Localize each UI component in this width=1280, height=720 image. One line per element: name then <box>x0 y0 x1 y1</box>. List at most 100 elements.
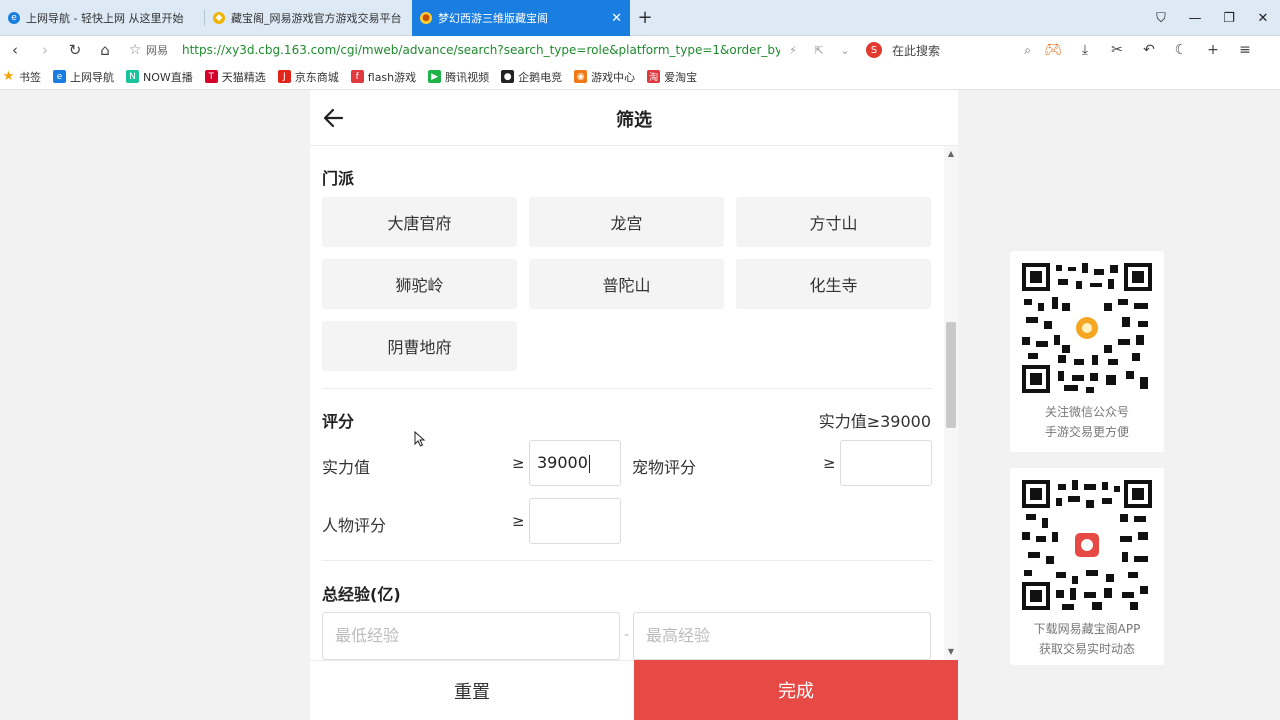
home-icon[interactable]: ⌂ <box>90 41 120 59</box>
scroll-thumb[interactable] <box>946 322 956 428</box>
restore-icon[interactable]: ❐ <box>1212 11 1246 26</box>
url-field[interactable]: https://xy3d.cbg.163.com/cgi/mweb/advanc… <box>182 43 780 57</box>
tmall-icon: T <box>204 70 218 83</box>
bookmark-item[interactable]: ● 企鹅电竞 <box>501 69 562 85</box>
bookmarks-bar: ★ 书签 e 上网导航 N NOW直播 T 天猫精选 J 京东商城 f flash游戏 ▶ 腾… <box>0 64 1280 90</box>
ge-symbol: ≥ <box>823 454 836 472</box>
address-bar: ‹ › ↻ ⌂ ☆ 网易 https://xy3d.cbg.163.com/cg… <box>0 36 1280 64</box>
bookmark-item[interactable]: N NOW直播 <box>126 69 193 85</box>
pet-score-label: 宠物评分 <box>632 458 697 477</box>
app-caption-1: 下载网易藏宝阁APP <box>1033 622 1141 636</box>
strength-input[interactable]: 39000 <box>529 440 621 486</box>
bookmark-item[interactable]: 淘爱淘宝 <box>647 69 697 85</box>
max-exp-input[interactable]: 最高经验 <box>633 612 931 660</box>
cbg-icon: ◆ <box>213 12 225 24</box>
scroll-down-icon[interactable]: ▼ <box>944 646 958 658</box>
plus-icon[interactable]: + <box>1197 42 1229 58</box>
bookmark-item[interactable]: ◉ 游戏中心 <box>574 69 635 85</box>
sect-option[interactable]: 狮驼岭 <box>322 259 517 309</box>
sect-option[interactable]: 龙宫 <box>529 197 724 247</box>
char-score-label: 人物评分 <box>322 516 387 535</box>
close-window-icon[interactable]: ✕ <box>1246 11 1280 26</box>
tab-nav[interactable]: e 上网导航 - 轻快上网 从这里开始 <box>0 0 205 36</box>
lightning-icon[interactable]: ⚡ <box>780 44 806 57</box>
tab-label: 藏宝阁_网易游戏官方游戏交易平台 <box>231 12 402 25</box>
bookmark-star-icon[interactable]: ☆ <box>124 42 146 58</box>
menu-icon[interactable]: ≡ <box>1229 42 1261 58</box>
refresh-icon[interactable]: ↻ <box>60 41 90 59</box>
wechat-caption-2: 手游交易更方便 <box>1044 425 1129 439</box>
shirt-icon[interactable]: ⛉ <box>1144 11 1178 26</box>
sect-option[interactable]: 普陀山 <box>529 259 724 309</box>
tab-xy3d[interactable]: ● 梦幻西游三维版藏宝阁 ✕ <box>412 0 630 36</box>
sect-title: 门派 <box>322 169 355 188</box>
star-icon: ★ <box>2 69 15 84</box>
penguin-icon: ● <box>501 70 515 83</box>
reset-button[interactable]: 重置 <box>310 660 634 720</box>
ie-icon: e <box>53 70 66 83</box>
sect-option[interactable]: 大唐官府 <box>322 197 517 247</box>
ie-icon: e <box>8 12 20 24</box>
app-caption-2: 获取交易实时动态 <box>1038 642 1135 656</box>
qr-code-icon <box>1022 263 1152 393</box>
bookmark-item[interactable]: f flash游戏 <box>350 69 416 85</box>
jd-icon: J <box>277 70 291 83</box>
video-icon: ▶ <box>428 70 442 83</box>
flash-icon: f <box>350 70 364 83</box>
done-button[interactable]: 完成 <box>634 660 958 720</box>
scrollbar[interactable]: ▲ ▼ <box>944 146 958 660</box>
toolbar: 🎮︎ ⤓ ✂ ↶ ☾ + ≡ <box>1037 42 1261 58</box>
bookmark-item[interactable]: ★ 书签 <box>0 69 41 85</box>
sect-option[interactable]: 阴曹地府 <box>322 321 517 371</box>
cut-icon[interactable]: ✂ <box>1101 42 1133 58</box>
range-dash: - <box>624 627 630 643</box>
now-icon: N <box>126 70 139 83</box>
bookmark-item[interactable]: ▶ 腾讯视频 <box>428 69 489 85</box>
sogou-icon: S <box>866 42 882 58</box>
new-tab-button[interactable]: + <box>630 0 660 35</box>
search-box[interactable]: S 在此搜索 ⌕ <box>866 42 1031 59</box>
gamepad-icon[interactable]: 🎮︎ <box>1037 42 1069 58</box>
mouse-cursor-icon <box>414 431 426 447</box>
share-icon[interactable]: ⇱ <box>806 44 832 57</box>
download-icon[interactable]: ⤓ <box>1069 42 1101 58</box>
search-input[interactable]: 在此搜索 <box>892 42 1024 59</box>
char-score-input[interactable] <box>529 498 621 544</box>
bookmark-item[interactable]: J 京东商城 <box>277 69 339 85</box>
tab-label: 上网导航 - 轻快上网 从这里开始 <box>26 12 184 25</box>
tab-cbg[interactable]: ◆ 藏宝阁_网易游戏官方游戏交易平台 <box>205 0 412 36</box>
ge-symbol: ≥ <box>512 512 525 530</box>
page-title: 筛选 <box>616 110 652 131</box>
scroll-up-icon[interactable]: ▲ <box>944 148 958 160</box>
back-icon[interactable]: ‹ <box>0 41 30 59</box>
strength-label: 实力值 <box>322 458 371 477</box>
ge-symbol: ≥ <box>512 454 525 472</box>
undo-icon[interactable]: ↶ <box>1133 42 1165 58</box>
address-actions: ⚡ ⇱ ⌄ <box>780 44 858 57</box>
page-header: 筛选 <box>310 90 958 146</box>
score-summary: 实力值≥39000 <box>818 412 931 431</box>
wechat-caption-1: 关注微信公众号 <box>1044 405 1129 419</box>
bookmark-item[interactable]: T 天猫精选 <box>204 69 266 85</box>
chevron-down-icon[interactable]: ⌄ <box>832 44 858 57</box>
text-caret <box>588 454 590 473</box>
search-icon[interactable]: ⌕ <box>1024 43 1031 58</box>
forward-icon[interactable]: › <box>30 41 60 59</box>
minimize-icon[interactable]: — <box>1178 11 1212 26</box>
sect-option[interactable]: 化生寺 <box>736 259 931 309</box>
app-qr-card: 下载网易藏宝阁APP 获取交易实时动态 <box>1010 468 1164 665</box>
sect-option[interactable]: 方寸山 <box>736 197 931 247</box>
moon-icon[interactable]: ☾ <box>1165 42 1197 58</box>
exp-title: 总经验(亿) <box>322 585 401 604</box>
tab-label: 梦幻西游三维版藏宝阁 <box>438 12 548 25</box>
min-exp-input[interactable]: 最低经验 <box>322 612 620 660</box>
game-favicon-icon: ● <box>420 12 432 24</box>
taobao-icon: 淘 <box>647 70 661 83</box>
filter-panel: 筛选 门派 大唐官府 龙宫 方寸山 狮驼岭 普陀山 化生寺 阴曹地府 评分 实力… <box>310 90 958 720</box>
pet-score-input[interactable] <box>840 440 932 486</box>
score-title: 评分 <box>322 412 355 431</box>
window-controls: ⛉ — ❐ ✕ <box>1144 0 1280 36</box>
close-icon[interactable]: ✕ <box>611 11 622 26</box>
bookmark-item[interactable]: e 上网导航 <box>53 69 114 85</box>
site-name: 网易 <box>146 44 168 57</box>
